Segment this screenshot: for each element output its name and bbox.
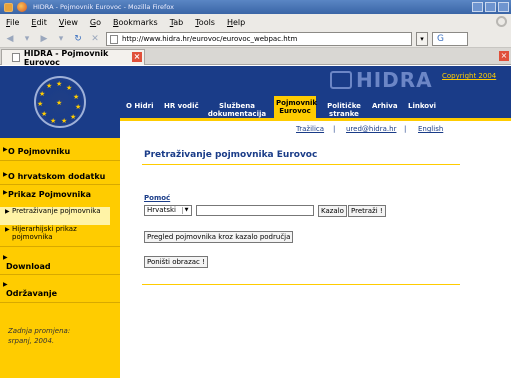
throbber-icon (496, 16, 507, 27)
nav-hr-vodic[interactable]: HR vodič (164, 102, 199, 110)
separator: | (333, 125, 336, 133)
sidebar-subitem-hijerarhijski[interactable]: ▶ Hijerarhijski prikaz pojmovnika (0, 225, 110, 243)
menu-file[interactable]: File (6, 18, 19, 27)
window-titlebar: HIDRA - Pojmovnik Eurovoc - Mozilla Fire… (0, 0, 511, 14)
browse-index-button[interactable]: Pregled pojmovnika kroz kazalo područja (144, 231, 294, 243)
menu-go[interactable]: Go (90, 18, 101, 27)
tab-hidra[interactable]: HIDRA - Pojmovnik Eurovoc × (1, 48, 145, 67)
navigation-toolbar: ◀ ▾ ▶ ▾ ↻ ✕ ⌂ http://www.hidra.hr/eurovo… (0, 30, 511, 48)
link-email[interactable]: ured@hidra.hr (346, 125, 396, 133)
divider (142, 164, 460, 165)
link-trazilica[interactable]: Tražilica (296, 125, 324, 133)
arrow-right-icon: ▶ (3, 281, 8, 288)
hidra-logo: HIDRA (330, 68, 433, 92)
top-navigation: O Hidri HR vodič Službena dokumentacija … (120, 96, 511, 118)
arrow-right-icon: ▶ (5, 226, 10, 233)
dropdown-arrow-icon[interactable]: ▾ (20, 32, 34, 46)
stop-icon[interactable]: ✕ (88, 32, 102, 46)
firefox-icon (17, 2, 27, 12)
last-change-note: Zadnja promjena: srpanj, 2004. (8, 327, 71, 345)
reload-icon[interactable]: ↻ (71, 32, 85, 46)
menu-help[interactable]: Help (227, 18, 245, 27)
nav-arhiva[interactable]: Arhiva (372, 102, 398, 110)
arrow-right-icon: ▶ (3, 189, 8, 196)
window-title: HIDRA - Pojmovnik Eurovoc - Mozilla Fire… (33, 3, 174, 11)
kazalo-button[interactable]: Kazalo (318, 205, 347, 217)
divider (0, 302, 120, 303)
language-select[interactable]: Hrvatski ▼ (144, 205, 192, 216)
url-text: http://www.hidra.hr/eurovoc/eurovoc_webp… (122, 35, 298, 43)
menu-view[interactable]: View (59, 18, 78, 27)
eu-stars-logo: ★ ★ ★ ★ ★ ★ ★ ★ ★ ★ ★ ★ (34, 76, 86, 128)
search-go-button[interactable]: G (432, 32, 468, 46)
utility-links: Tražilica | ured@hidra.hr | English (120, 121, 511, 138)
arrow-right-icon: ▶ (5, 208, 10, 215)
page-title: Pretraživanje pojmovnika Eurovoc (144, 150, 318, 160)
sidebar-subitem-pretrazivanje[interactable]: ▶ Pretraživanje pojmovnika (0, 207, 110, 225)
menu-tab[interactable]: Tab (170, 18, 184, 27)
search-button[interactable]: Pretraži ! (348, 205, 386, 217)
divider (0, 184, 120, 185)
help-link[interactable]: Pomoć (144, 194, 170, 202)
nav-o-hidri[interactable]: O Hidri (126, 102, 154, 110)
menu-bookmarks[interactable]: Bookmarks (113, 18, 158, 27)
divider (0, 274, 120, 275)
sidebar: ★ ★ ★ ★ ★ ★ ★ ★ ★ ★ ★ ★ ▶ O Pojmovniku ▶… (0, 66, 120, 378)
minimize-button[interactable] (472, 2, 483, 12)
tab-title: HIDRA - Pojmovnik Eurovoc (23, 48, 109, 67)
logo-area: ★ ★ ★ ★ ★ ★ ★ ★ ★ ★ ★ ★ (0, 66, 120, 138)
hidra-logo-mark-icon (330, 71, 352, 89)
link-english[interactable]: English (418, 125, 443, 133)
chevron-down-icon: ▼ (182, 207, 190, 214)
maximize-button[interactable] (485, 2, 496, 12)
nav-pojmovnik-eurovoc[interactable]: Pojmovnik Eurovoc (274, 96, 317, 118)
main-content: Pretraživanje pojmovnika Eurovoc Pomoć H… (120, 138, 511, 378)
page-icon (110, 34, 118, 44)
close-tab-icon[interactable]: × (132, 52, 142, 62)
divider (0, 246, 120, 247)
dropdown-arrow-icon[interactable]: ▾ (54, 32, 68, 46)
nav-politicke-stranke[interactable]: Političke stranke (324, 102, 364, 118)
nav-sluzbena-dokumentacija[interactable]: Službena dokumentacija (206, 102, 268, 118)
arrow-right-icon: ▶ (3, 254, 8, 261)
arrow-right-icon: ▶ (3, 146, 8, 153)
separator: | (404, 125, 407, 133)
divider (142, 284, 460, 285)
url-bar[interactable]: http://www.hidra.hr/eurovoc/eurovoc_webp… (106, 32, 412, 46)
arrow-right-icon: ▶ (3, 171, 8, 178)
reset-form-button[interactable]: Poništi obrazac ! (144, 256, 208, 268)
close-tab-icon[interactable]: × (499, 51, 509, 61)
copyright-link[interactable]: Copyright 2004 (442, 72, 496, 80)
search-input[interactable] (196, 205, 314, 216)
menu-edit[interactable]: Edit (31, 18, 47, 27)
nav-linkovi[interactable]: Linkovi (408, 102, 436, 110)
menubar: File Edit View Go Bookmarks Tab Tools He… (0, 14, 511, 30)
url-dropdown-button[interactable]: ▾ (416, 32, 428, 46)
window-menu-icon[interactable] (4, 2, 13, 12)
page-icon (12, 53, 20, 62)
tab-bar: HIDRA - Pojmovnik Eurovoc × × (0, 48, 511, 67)
web-page: ★ ★ ★ ★ ★ ★ ★ ★ ★ ★ ★ ★ ▶ O Pojmovniku ▶… (0, 66, 511, 378)
back-arrow-icon[interactable]: ◀ (3, 32, 17, 46)
menu-tools[interactable]: Tools (195, 18, 215, 27)
close-window-button[interactable] (498, 2, 509, 12)
forward-arrow-icon[interactable]: ▶ (37, 32, 51, 46)
divider (0, 160, 120, 161)
